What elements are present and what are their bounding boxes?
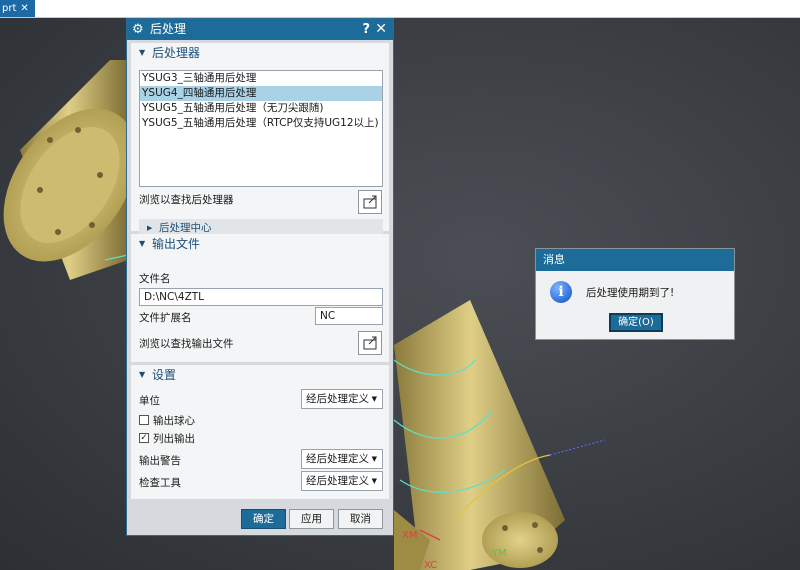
axis-ym-label: YM	[492, 548, 507, 559]
collapse-triangle-icon: ▼	[139, 239, 146, 248]
file-tab-label: prt	[2, 3, 17, 14]
info-icon: i	[550, 281, 572, 303]
postprocessor-group-header[interactable]: ▼ 后处理器	[131, 43, 389, 63]
output-group-title: 输出文件	[152, 237, 201, 251]
message-ok-button[interactable]: 确定(O)	[609, 313, 663, 332]
open-folder-icon	[363, 195, 377, 209]
chevron-down-icon: ▼	[371, 477, 377, 485]
check-tool-label: 检查工具	[139, 477, 181, 489]
listing-checkbox[interactable]: ✓	[139, 433, 149, 443]
ok-button[interactable]: 确定	[241, 509, 286, 529]
output-group-header[interactable]: ▼ 输出文件	[131, 234, 389, 254]
collapse-triangle-icon: ▼	[139, 48, 146, 57]
browse-output-label: 浏览以查找输出文件	[139, 338, 234, 350]
unit-select[interactable]: 经后处理定义 ▼	[301, 389, 383, 409]
unit-label: 单位	[139, 395, 160, 407]
list-item[interactable]: YSUG3_三轴通用后处理	[140, 71, 382, 86]
help-icon[interactable]: ?	[362, 19, 370, 40]
message-title-bar[interactable]: 消息	[536, 249, 734, 271]
message-text: 后处理使用期到了!	[586, 287, 675, 299]
close-icon[interactable]: ✕	[375, 19, 387, 40]
ballcenter-label: 输出球心	[153, 415, 195, 427]
open-folder-icon	[363, 336, 377, 350]
top-tab-bar: prt ✕	[0, 0, 800, 18]
browse-postprocessor-label: 浏览以查找后处理器	[139, 194, 234, 206]
list-item[interactable]: YSUG5_五轴通用后处理（RTCP仅支持UG12以上)	[140, 116, 382, 131]
file-tab[interactable]: prt ✕	[0, 0, 35, 17]
postprocessor-group-title: 后处理器	[152, 46, 201, 60]
list-item-selected[interactable]: YSUG4_四轴通用后处理	[140, 86, 382, 101]
warning-label: 输出警告	[139, 455, 181, 467]
close-tab-icon[interactable]: ✕	[20, 3, 28, 14]
chevron-down-icon: ▼	[371, 395, 377, 403]
lower-shaft	[393, 300, 565, 570]
check-tool-select[interactable]: 经后处理定义 ▼	[301, 471, 383, 491]
warning-select[interactable]: 经后处理定义 ▼	[301, 449, 383, 469]
message-dialog: 消息 i 后处理使用期到了! 确定(O)	[535, 248, 735, 340]
gear-icon: ⚙	[132, 22, 144, 37]
postprocess-dialog: ⚙ 后处理 ? ✕ ▼ 后处理器 YSUG3_三轴通用后处理 YSUG4_四轴通…	[126, 18, 394, 536]
warning-select-value: 经后处理定义	[306, 453, 369, 465]
filename-label: 文件名	[139, 273, 171, 285]
settings-group: ▼ 设置 单位 经后处理定义 ▼ 输出球心 ✓ 列出输出 输出警告 经后处理定义…	[131, 365, 389, 499]
settings-group-header[interactable]: ▼ 设置	[131, 365, 389, 385]
apply-button[interactable]: 应用	[289, 509, 334, 529]
dialog-title-bar[interactable]: ⚙ 后处理 ? ✕	[127, 19, 393, 40]
cancel-button[interactable]: 取消	[338, 509, 383, 529]
extension-label: 文件扩展名	[139, 312, 192, 324]
check-tool-select-value: 经后处理定义	[306, 475, 369, 487]
extension-input[interactable]: NC	[315, 307, 383, 325]
axis-xm-label: XM	[402, 530, 418, 541]
postprocessor-group: ▼ 后处理器 YSUG3_三轴通用后处理 YSUG4_四轴通用后处理 YSUG5…	[131, 43, 389, 237]
chevron-down-icon: ▼	[371, 455, 377, 463]
axis-xc-label: XC	[424, 560, 438, 570]
settings-group-title: 设置	[152, 368, 177, 382]
unit-select-value: 经后处理定义	[306, 393, 369, 405]
listing-label: 列出输出	[153, 433, 195, 445]
filename-input[interactable]: D:\NC\4ZTL	[139, 288, 383, 306]
list-item[interactable]: YSUG5_五轴通用后处理（无刀尖跟随)	[140, 101, 382, 116]
open-folder-button[interactable]	[358, 190, 382, 214]
dialog-title: 后处理	[150, 22, 187, 36]
output-file-group: ▼ 输出文件 文件名 D:\NC\4ZTL 文件扩展名 NC 浏览以查找输出文件	[131, 234, 389, 362]
postprocessor-list[interactable]: YSUG3_三轴通用后处理 YSUG4_四轴通用后处理 YSUG5_五轴通用后处…	[139, 70, 383, 187]
collapse-triangle-icon: ▼	[139, 370, 146, 379]
open-folder-button[interactable]	[358, 331, 382, 355]
ballcenter-checkbox[interactable]	[139, 415, 149, 425]
